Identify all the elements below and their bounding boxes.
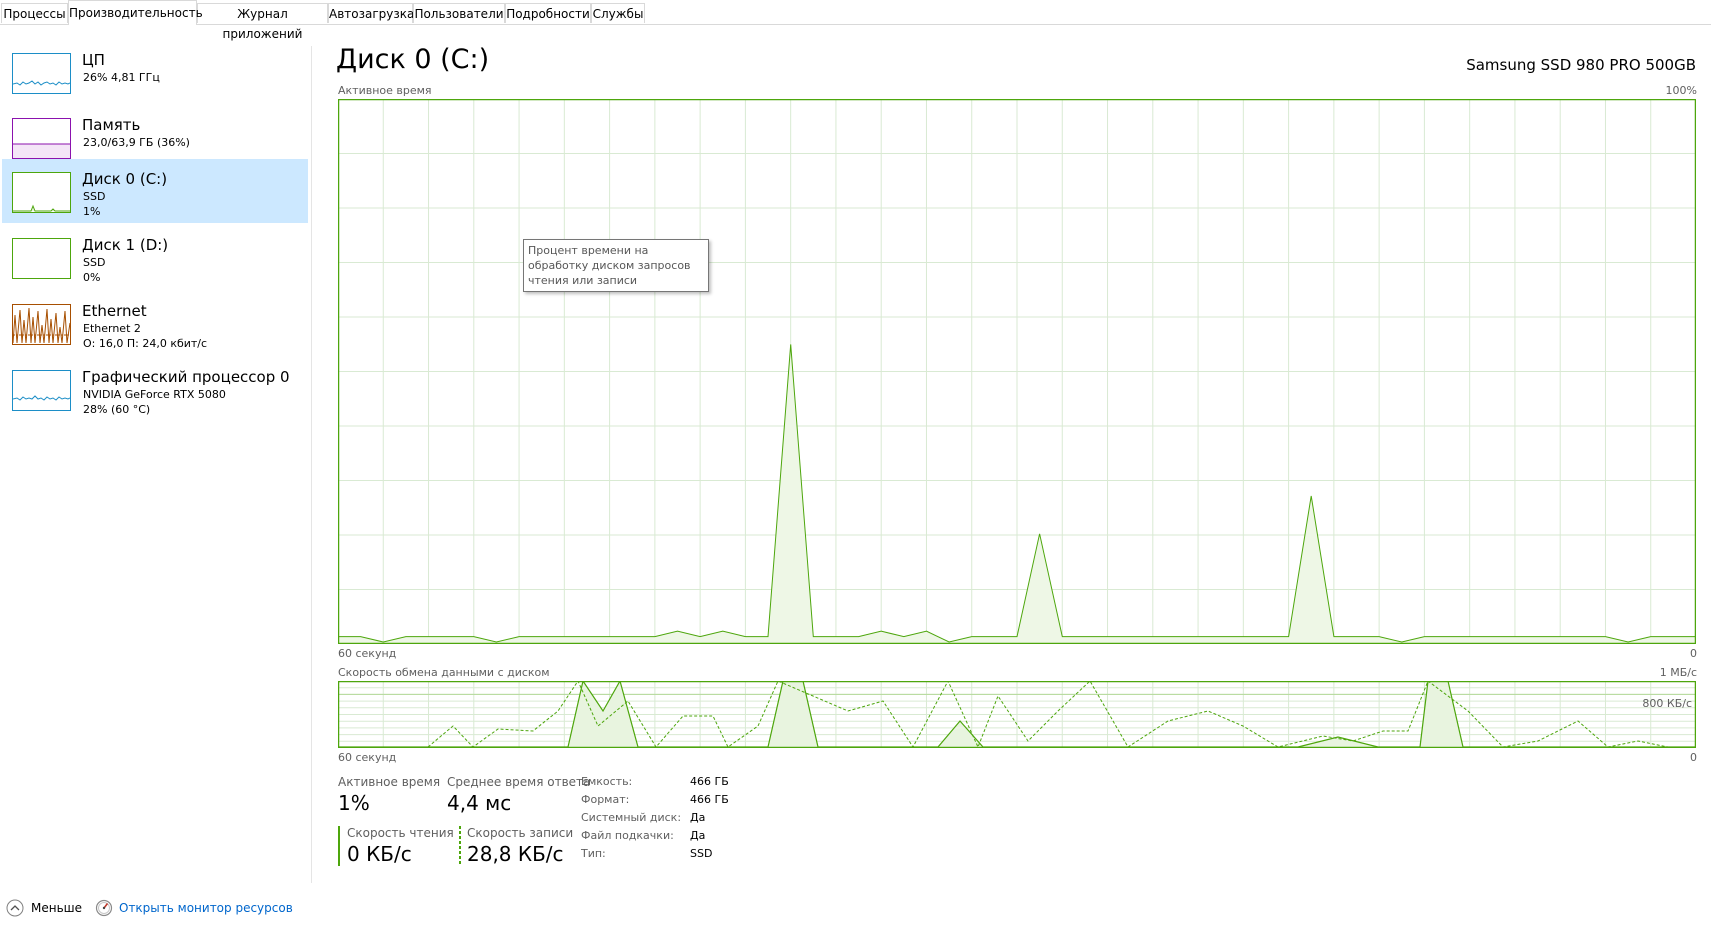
tab-performance[interactable]: Производительность [68, 0, 203, 25]
read-speed-value: 0 КБ/с [347, 842, 412, 866]
resource-monitor-label: Открыть монитор ресурсов [119, 901, 293, 915]
active-time-value: 1% [338, 791, 370, 815]
property-value: SSD [690, 847, 713, 860]
sidebar-item-ethernet[interactable]: Ethernet Ethernet 2 О: 16,0 П: 24,0 кбит… [2, 291, 308, 355]
property-key: Емкость: [581, 775, 633, 788]
property-value: Да [690, 811, 706, 824]
sidebar-item-title: Ethernet [82, 302, 147, 320]
sidebar-item-value: 23,0/63,9 ГБ (36%) [83, 136, 190, 149]
sidebar-item-value: 0% [83, 271, 101, 284]
resource-list: ЦП 26% 4,81 ГГц Память 23,0/63,9 ГБ (36%… [0, 25, 310, 875]
property-key: Файл подкачки: [581, 829, 674, 842]
property-value: 466 ГБ [690, 775, 729, 788]
sidebar-item-disk1[interactable]: Диск 1 (D:) SSD 0% [2, 225, 308, 289]
memory-thumbnail [12, 118, 71, 159]
transfer-chart-max-label: 1 МБ/с [1659, 666, 1697, 679]
property-value: 466 ГБ [690, 793, 729, 806]
write-speed-marker [459, 826, 461, 866]
sidebar-item-disk0[interactable]: Диск 0 (C:) SSD 1% [2, 159, 308, 223]
page-title: Диск 0 (C:) [336, 44, 490, 75]
active-time-label: Активное время [338, 775, 441, 789]
write-speed-value: 28,8 КБ/с [467, 842, 564, 866]
chevron-up-circle-icon [6, 899, 24, 917]
less-label: Меньше [31, 901, 83, 915]
sidebar-item-model: NVIDIA GeForce RTX 5080 [83, 388, 226, 401]
sidebar-item-value: 28% (60 °C) [83, 403, 151, 416]
avg-response-value: 4,4 мс [447, 791, 512, 815]
tooltip: Процент времени на обработку диском запр… [523, 239, 709, 292]
write-speed-label: Скорость записи [467, 826, 574, 840]
sidebar-item-value: О: 16,0 П: 24,0 кбит/с [83, 337, 208, 350]
tab-processes[interactable]: Процессы [1, 3, 68, 23]
property-value: Да [690, 829, 706, 842]
tab-app-history[interactable]: Журнал приложений [197, 3, 328, 41]
tab-bar: Процессы Производительность Журнал прило… [0, 0, 1711, 41]
transfer-rate-chart[interactable] [338, 681, 1696, 748]
transfer-chart-label: Скорость обмена данными с диском [338, 666, 550, 679]
transfer-chart-time-label: 60 секунд [338, 751, 397, 764]
property-key: Системный диск: [581, 811, 682, 824]
gpu-thumbnail [12, 370, 71, 411]
cpu-thumbnail [12, 53, 71, 94]
sidebar-item-adapter: Ethernet 2 [83, 322, 141, 335]
disk-model: Samsung SSD 980 PRO 500GB [1466, 56, 1696, 74]
resource-monitor-icon [95, 899, 113, 917]
read-speed-marker [338, 826, 340, 866]
ethernet-thumbnail [12, 304, 71, 345]
transfer-chart-mid-label: 800 КБ/с [1642, 697, 1692, 710]
tab-startup[interactable]: Автозагрузка [328, 3, 414, 23]
sidebar-item-title: Память [82, 116, 141, 134]
sidebar-item-title: Графический процессор 0 [82, 368, 290, 386]
avg-response-label: Среднее время ответа [447, 775, 591, 789]
property-key: Тип: [581, 847, 606, 860]
disk1-thumbnail [12, 238, 71, 279]
sidebar-item-cpu[interactable]: ЦП 26% 4,81 ГГц [2, 40, 308, 104]
transfer-chart-zero-label: 0 [1690, 751, 1697, 764]
panel-divider[interactable] [311, 46, 312, 883]
tab-users[interactable]: Пользователи [413, 3, 505, 23]
active-chart-zero-label: 0 [1690, 647, 1697, 660]
sidebar-item-type: SSD [83, 256, 106, 269]
property-key: Формат: [581, 793, 630, 806]
active-time-chart[interactable] [338, 99, 1696, 644]
sidebar-item-value: 1% [83, 205, 101, 218]
disk0-thumbnail [12, 172, 71, 213]
sidebar-item-title: Диск 1 (D:) [82, 236, 169, 254]
tab-services[interactable]: Службы [591, 3, 645, 23]
active-chart-time-label: 60 секунд [338, 647, 397, 660]
sidebar-item-title: Диск 0 (C:) [82, 170, 168, 188]
tab-details[interactable]: Подробности [505, 3, 591, 23]
sidebar-item-gpu[interactable]: Графический процессор 0 NVIDIA GeForce R… [2, 357, 308, 421]
sidebar-item-title: ЦП [82, 51, 105, 69]
sidebar-item-value: 26% 4,81 ГГц [83, 71, 160, 84]
active-chart-label: Активное время [338, 84, 432, 97]
sidebar-item-type: SSD [83, 190, 106, 203]
active-chart-max-label: 100% [1665, 84, 1697, 97]
read-speed-label: Скорость чтения [347, 826, 454, 840]
